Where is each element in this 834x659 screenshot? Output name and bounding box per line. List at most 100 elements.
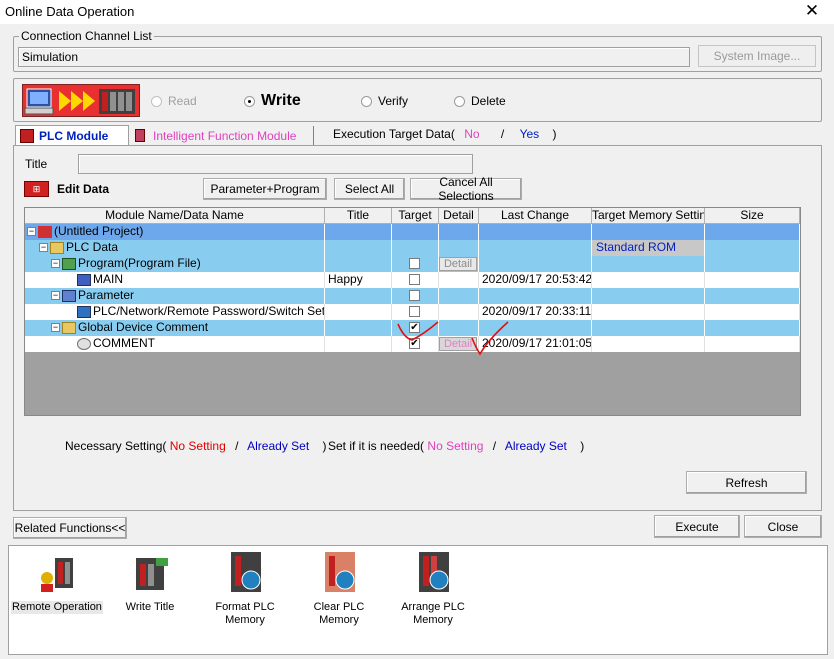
clear-plc-memory-label: Clear PLC Memory: [313, 601, 365, 626]
program-folder-icon: [62, 257, 76, 270]
arrange-plc-memory-label-1: Arrange PLC: [401, 601, 465, 613]
tab-plc-module-label: PLC Module: [39, 129, 109, 143]
parameter-program-button[interactable]: Parameter+Program: [203, 178, 327, 200]
row-title: Happy: [325, 272, 392, 288]
tab-plc-module[interactable]: PLC Module: [15, 125, 129, 146]
cancel-all-selections-button[interactable]: Cancel All Selections: [410, 175, 522, 203]
row-name: MAIN: [93, 272, 123, 286]
connection-channel-field[interactable]: Simulation: [18, 47, 690, 67]
tab-intelligent-label: Intelligent Function Module: [153, 128, 297, 143]
format-plc-memory-icon: [231, 552, 261, 592]
title-label: Title: [25, 157, 48, 171]
close-button[interactable]: Close: [744, 515, 822, 538]
execution-target-no: No: [464, 127, 480, 141]
project-icon: [38, 225, 52, 238]
system-image-button[interactable]: System Image...: [698, 45, 816, 67]
execute-button[interactable]: Execute: [654, 515, 740, 538]
edit-data-label: Edit Data: [57, 182, 110, 196]
connection-channel-legend: Connection Channel List: [19, 29, 154, 43]
parameter-icon: [62, 289, 76, 302]
already-set-blue-2: Already Set: [504, 439, 567, 453]
no-setting-magenta: No Setting: [427, 439, 484, 453]
title-bar: Online Data Operation ✕: [0, 0, 834, 24]
collapse-icon[interactable]: −: [51, 259, 60, 269]
row-name: (Untitled Project): [54, 224, 144, 238]
table-row[interactable]: − Parameter: [25, 288, 800, 304]
write-radio[interactable]: Write: [244, 92, 301, 110]
execution-target-label: Execution Target Data(: [333, 127, 455, 141]
col-header-module-name[interactable]: Module Name/Data Name: [25, 208, 325, 224]
table-row[interactable]: − PLC Data Standard ROM: [25, 240, 800, 256]
delete-radio[interactable]: Delete: [454, 94, 506, 108]
collapse-icon[interactable]: −: [51, 291, 60, 301]
execution-target-close: ): [552, 127, 557, 141]
already-set-blue: Already Set: [247, 439, 310, 453]
col-header-title[interactable]: Title: [325, 208, 392, 224]
row-last-change: 2020/09/17 20:53:42: [479, 272, 592, 288]
target-checkbox[interactable]: [409, 274, 420, 285]
col-header-size[interactable]: Size: [705, 208, 800, 224]
col-header-last-change[interactable]: Last Change: [479, 208, 592, 224]
col-header-target[interactable]: Target: [392, 208, 439, 224]
table-row[interactable]: MAIN Happy 2020/09/17 20:53:42: [25, 272, 800, 288]
select-all-button[interactable]: Select All: [334, 178, 405, 200]
detail-button[interactable]: Detail: [439, 257, 477, 271]
folder-icon: [62, 321, 76, 334]
set-if-needed-label: Set if it is needed(: [328, 439, 425, 453]
write-title-icon: [136, 558, 168, 590]
table-row[interactable]: − Program(Program File) Detail: [25, 256, 800, 272]
clear-plc-memory-icon: [325, 552, 355, 592]
collapse-icon[interactable]: −: [27, 227, 36, 237]
verify-radio[interactable]: Verify: [361, 94, 408, 108]
write-operation-icon: [22, 84, 140, 117]
legend-slash: /: [235, 439, 239, 453]
collapse-icon[interactable]: −: [39, 243, 48, 253]
format-plc-memory-function[interactable]: Format PLC Memory: [205, 548, 285, 627]
remote-operation-function[interactable]: Remote Operation: [11, 554, 103, 614]
title-input[interactable]: [78, 154, 473, 174]
read-radio-label: Read: [168, 94, 197, 108]
remote-operation-icon: [41, 558, 73, 592]
program-icon: [77, 273, 91, 286]
read-radio-dot: [151, 95, 162, 107]
close-icon[interactable]: ✕: [802, 1, 822, 21]
remote-operation-label: Remote Operation: [11, 601, 103, 614]
table-row[interactable]: − (Untitled Project): [25, 224, 800, 240]
setting-legend: Necessary Setting( No Setting / Already …: [65, 439, 327, 453]
tab-intelligent-function[interactable]: Intelligent Function Module: [131, 126, 314, 145]
format-plc-memory-label-2: Memory: [225, 614, 265, 626]
optional-setting-legend: Set if it is needed( No Setting / Alread…: [328, 439, 584, 453]
write-title-label: Write Title: [125, 601, 175, 613]
delete-radio-label: Delete: [471, 94, 506, 108]
necessary-setting-label: Necessary Setting(: [65, 439, 167, 453]
arrange-plc-memory-icon: [419, 552, 449, 592]
plc-module-icon: [20, 129, 34, 143]
format-plc-memory-label-1: Format PLC: [215, 601, 275, 613]
related-functions-button[interactable]: Related Functions<<: [13, 517, 127, 539]
network-parameter-icon: [77, 305, 91, 318]
clear-plc-memory-function[interactable]: Clear PLC Memory: [293, 548, 385, 627]
red-annotation-marks: [397, 321, 509, 356]
col-header-detail[interactable]: Detail: [439, 208, 479, 224]
arrange-plc-memory-function[interactable]: Arrange PLC Memory: [393, 548, 473, 627]
refresh-button[interactable]: Refresh: [686, 471, 807, 494]
collapse-icon[interactable]: −: [51, 323, 60, 333]
row-name: Program(Program File): [78, 256, 201, 270]
row-name: PLC/Network/Remote Password/Switch Setti…: [93, 304, 325, 318]
legend-close-paren: ): [322, 439, 327, 453]
delete-radio-dot: [454, 95, 465, 107]
row-name: COMMENT: [93, 336, 155, 350]
row-name: Parameter: [78, 288, 135, 302]
target-checkbox[interactable]: [409, 290, 420, 301]
write-radio-dot: [244, 95, 255, 107]
target-checkbox[interactable]: [409, 258, 420, 269]
write-title-function[interactable]: Write Title: [114, 554, 186, 614]
write-radio-label: Write: [261, 92, 301, 109]
memory-setting-cell[interactable]: Standard ROM: [592, 240, 705, 256]
read-radio[interactable]: Read: [151, 94, 197, 108]
comment-icon: [77, 337, 91, 350]
related-functions-panel: Remote Operation Write Title Format PLC …: [8, 545, 828, 655]
col-header-memory[interactable]: Target Memory Setting: [592, 208, 705, 224]
verify-radio-dot: [361, 95, 372, 107]
intelligent-module-icon: [135, 129, 145, 142]
